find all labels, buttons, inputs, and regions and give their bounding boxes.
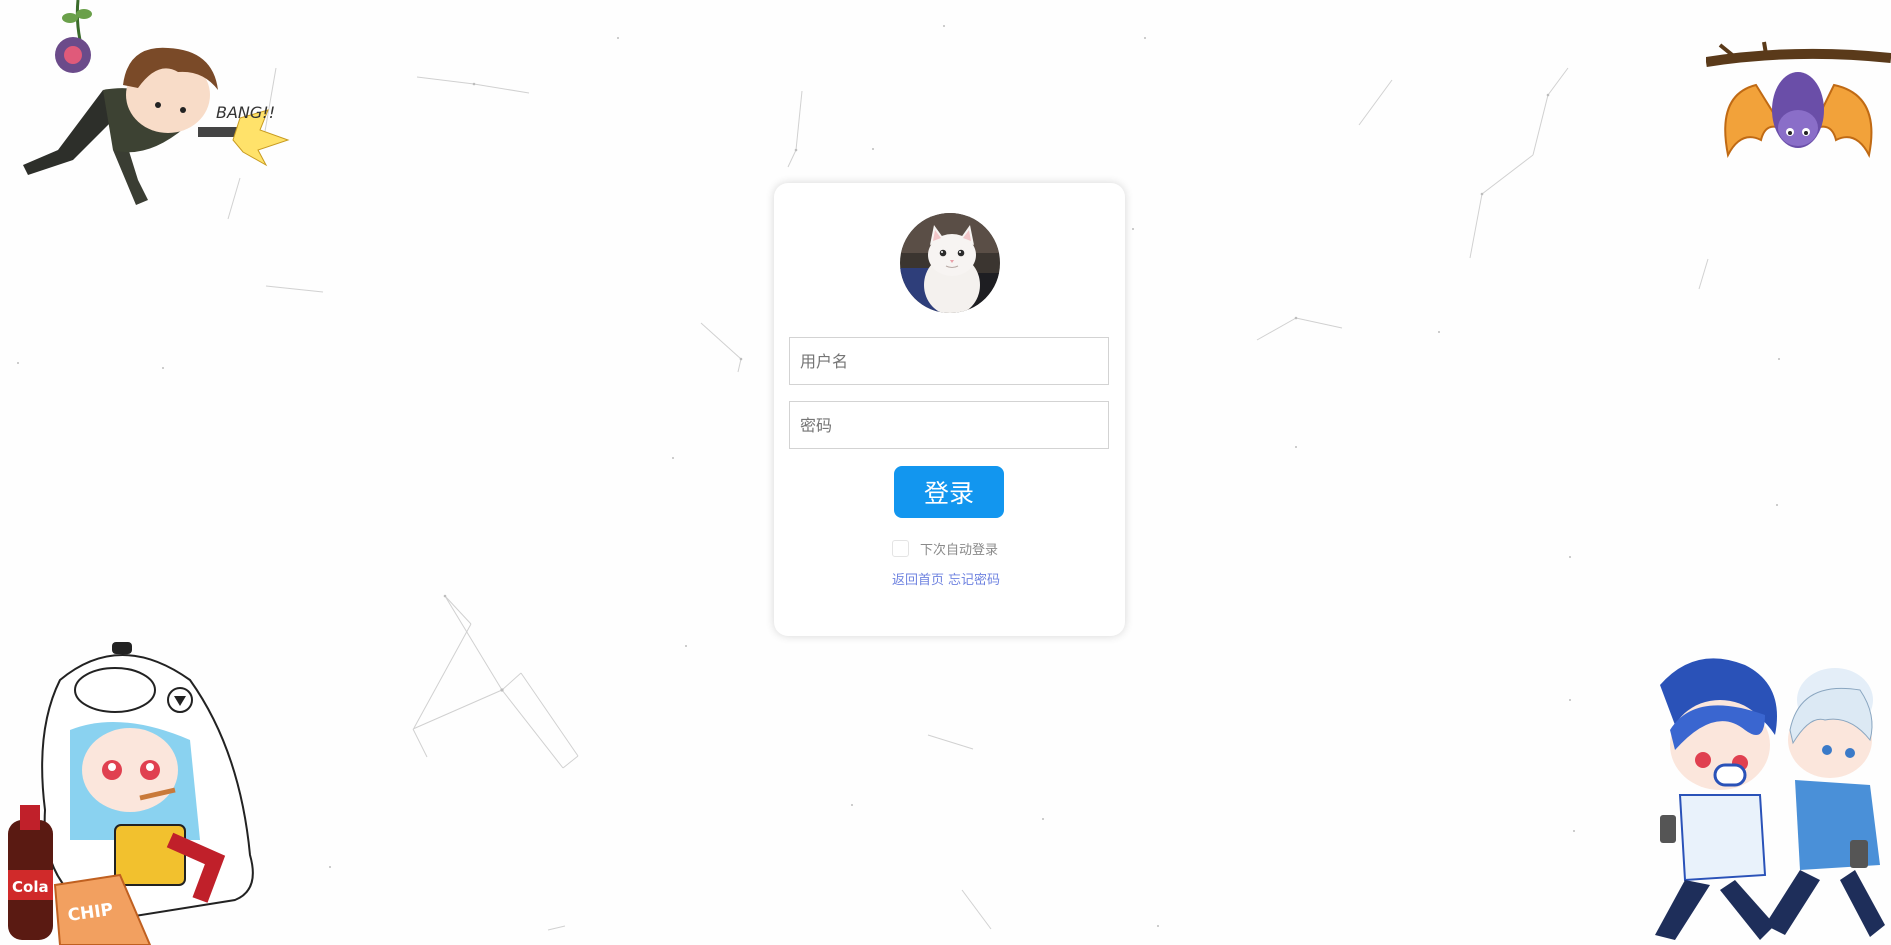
bat-decoration xyxy=(1706,41,1891,158)
login-links: 返回首页 忘记密码 xyxy=(892,569,1000,588)
login-button[interactable]: 登录 xyxy=(894,466,1004,518)
cat-avatar-image xyxy=(900,213,1000,313)
password-input[interactable] xyxy=(789,401,1109,449)
remember-me-checkbox[interactable] xyxy=(892,539,909,557)
bang-sfx-text: BANG!! xyxy=(216,103,275,122)
user-avatar xyxy=(900,213,1000,313)
forgot-password-link[interactable]: 忘记密码 xyxy=(948,573,1000,588)
username-input[interactable] xyxy=(789,337,1109,385)
login-card: 登录 下次自动登录 返回首页忘记密码 xyxy=(774,183,1125,636)
cola-bottle-label: Cola xyxy=(12,878,49,896)
remember-me-row[interactable]: 下次自动登录 xyxy=(892,538,998,558)
back-home-link[interactable]: 返回首页 xyxy=(892,573,944,588)
chibi-boys-decoration xyxy=(1655,658,1885,940)
chibi-girl-snacks-decoration: Cola CHIP xyxy=(8,642,254,945)
chibi-gunner-decoration: BANG!! xyxy=(23,0,290,205)
login-page: BANG!! Cola CHIP 用户名 登录 下次自动登录 返回首页 忘记密码 xyxy=(0,0,1891,945)
remember-me-label: 下次自动登录 xyxy=(920,542,999,558)
